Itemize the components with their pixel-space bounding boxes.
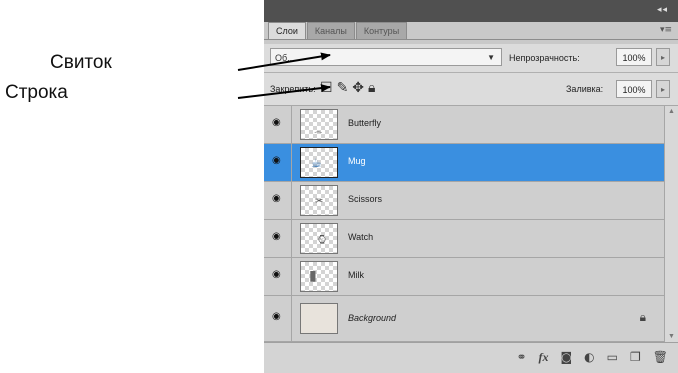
annotation-arrows [237, 52, 331, 99]
arrow-to-lock-row [237, 84, 331, 99]
arrow-to-blend-mode [237, 52, 331, 71]
